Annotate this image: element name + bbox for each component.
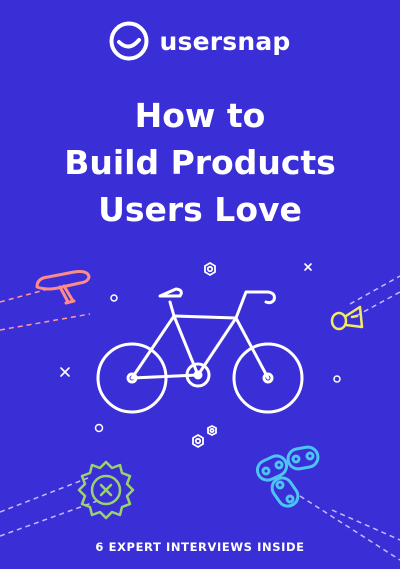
bike-illustration [0,261,400,561]
bell-icon [330,305,364,331]
dashed-lines [0,275,400,561]
cover-subtitle: 6 EXPERT INTERVIEWS INSIDE [95,540,305,554]
book-cover: usersnap How to Build Products Users Lov… [0,0,400,569]
chain-icon [255,445,320,508]
sparkle-icon [60,263,312,377]
gear-icon [77,460,135,520]
saddle-icon [35,270,91,305]
bicycle-icon [96,287,304,414]
